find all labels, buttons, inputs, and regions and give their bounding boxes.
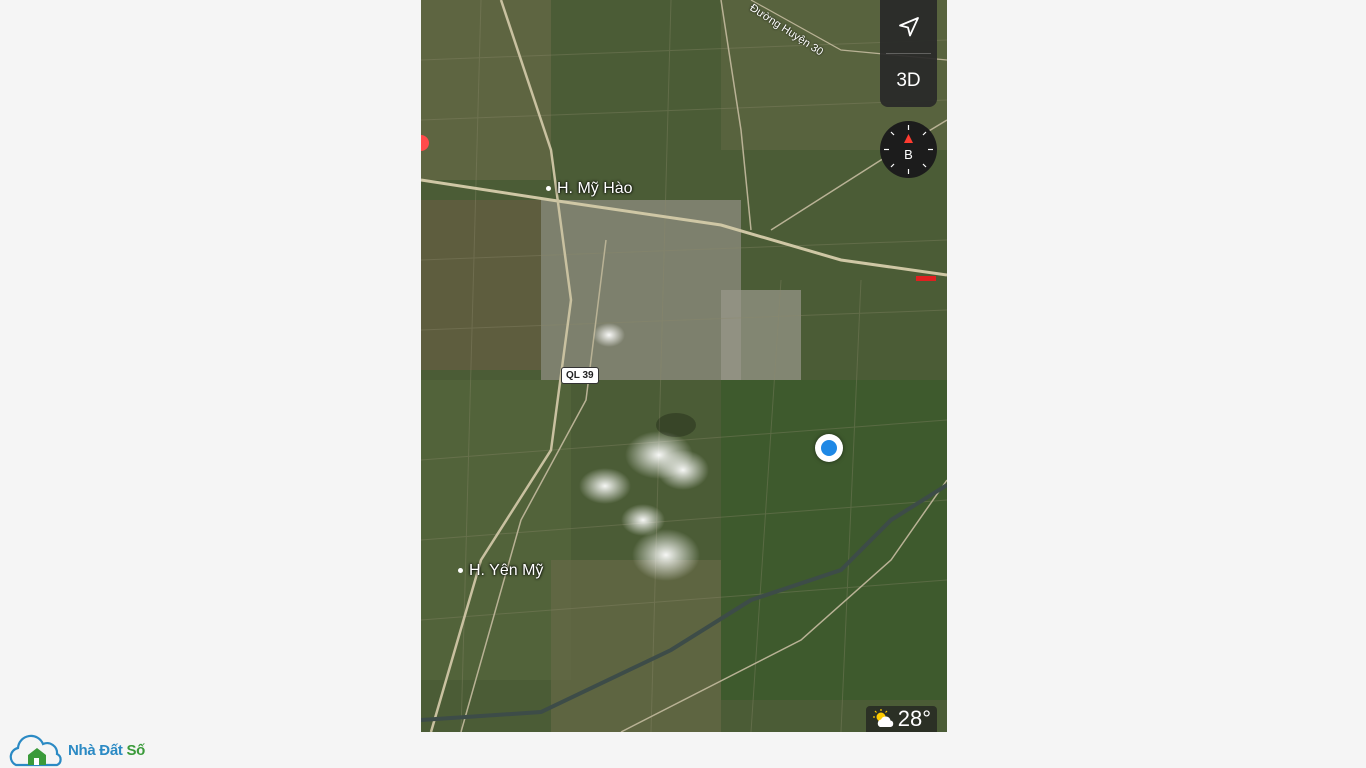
- route-shield: QL 39: [561, 367, 599, 384]
- brand-name: Nhà Đất Số: [68, 741, 146, 759]
- weather-widget[interactable]: 28°: [865, 706, 937, 732]
- partly-cloudy-icon: [872, 709, 893, 727]
- compass-button[interactable]: B: [880, 121, 937, 178]
- map-controls: 3D: [880, 0, 937, 107]
- place-dot-icon: [546, 186, 551, 192]
- navigation-arrow-icon: [898, 16, 919, 36]
- locate-button[interactable]: [880, 0, 937, 53]
- current-location-marker[interactable]: [815, 434, 843, 462]
- place-dot-icon: [458, 568, 463, 574]
- place-label-my-hao[interactable]: H. Mỹ Hào: [546, 180, 633, 198]
- temperature-value: 28°: [897, 706, 931, 731]
- cloud-house-icon: [9, 734, 62, 767]
- watermark-logo: Nhà Đất Số: [6, 733, 145, 767]
- satellite-map[interactable]: H. Mỹ Hào H. Yên Mỹ Đường Huyện 30 QL 39…: [421, 0, 947, 732]
- compass-north-label: B: [904, 147, 913, 162]
- map-imagery: [421, 0, 947, 732]
- place-label-yen-my[interactable]: H. Yên Mỹ: [458, 562, 543, 580]
- 3d-toggle-button[interactable]: 3D: [880, 54, 937, 107]
